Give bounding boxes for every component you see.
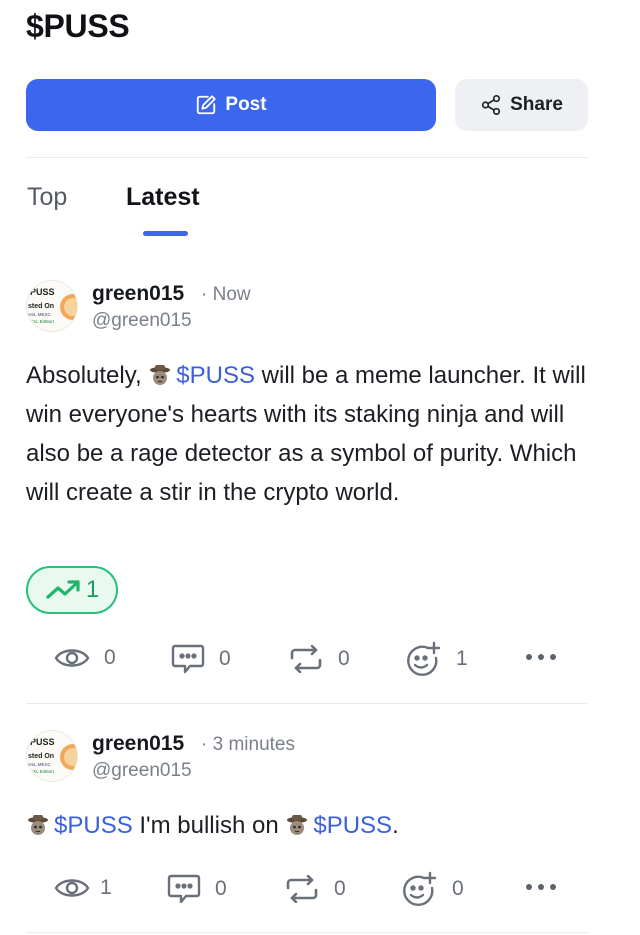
author-name[interactable]: green015 (92, 732, 184, 756)
repost-count: 0 (338, 647, 350, 670)
post-text-part: . (392, 812, 399, 839)
cat-cowboy-emoji-icon (287, 815, 308, 835)
feed-page: $PUSS Post Share Top Latest PUSS sted On… (0, 0, 640, 935)
cat-cowboy-emoji-icon (28, 815, 48, 835)
tab-latest[interactable]: Latest (126, 183, 200, 212)
trending-up-icon (46, 580, 80, 599)
post-time: · Now (201, 284, 251, 305)
post-divider (26, 703, 588, 704)
add-reaction-icon (407, 641, 441, 676)
share-icon (482, 95, 501, 115)
repost-icon (286, 875, 318, 903)
comment-icon (171, 644, 205, 674)
eye-icon (54, 879, 90, 897)
comment-icon (167, 874, 201, 904)
cat-cowboy-emoji-icon (150, 365, 171, 385)
share-button-label: Share (510, 94, 563, 115)
repost-icon (290, 645, 322, 673)
more-options-button[interactable] (524, 650, 558, 669)
avatar-image: PUSS sted On ens, MEXC XXL BitMart (27, 731, 77, 781)
more-options-button[interactable] (524, 880, 558, 899)
post-text: Absolutely, $PUSS will be a meme launche… (26, 356, 596, 512)
reaction-count: 0 (452, 877, 464, 900)
post-button[interactable]: Post (26, 79, 436, 131)
avatar-text-1: PUSS (30, 287, 55, 297)
views-count: 0 (104, 646, 116, 669)
views-stat[interactable]: 1 (54, 875, 112, 901)
more-icon (526, 884, 556, 890)
eye-icon (54, 649, 90, 667)
post-text: $PUSS I'm bullish on $PUSS. (26, 806, 596, 845)
share-button[interactable]: Share (455, 79, 588, 131)
tab-top[interactable]: Top (27, 183, 67, 212)
cashtag-link[interactable]: $PUSS (54, 812, 133, 839)
cashtag-link[interactable]: $PUSS (176, 362, 255, 389)
edit-icon (197, 95, 217, 115)
post-text-part: I'm bullish on (132, 812, 286, 839)
avatar-text-4: XXL BitMart (30, 319, 55, 324)
react-button[interactable]: 0 (400, 871, 464, 907)
avatar-text-4: XXL BitMart (30, 769, 55, 774)
trending-badge[interactable]: 1 (26, 566, 118, 614)
post-button-label: Post (225, 94, 267, 115)
avatar-text-2: sted On (28, 753, 54, 760)
avatar-text-2: sted On (28, 303, 54, 310)
header-divider (26, 157, 588, 158)
avatar-text-3: ens, MEXC (28, 762, 52, 767)
avatar-text-1: PUSS (30, 737, 55, 747)
avatar[interactable]: PUSS sted On ens, MEXC XXL BitMart (26, 730, 78, 782)
trending-count: 1 (85, 576, 100, 603)
cashtag-link[interactable]: $PUSS (313, 812, 392, 839)
comments-count: 0 (219, 647, 231, 670)
author-handle[interactable]: @green015 (92, 310, 192, 332)
comments-button[interactable]: 0 (167, 873, 227, 905)
repost-count: 0 (334, 877, 346, 900)
avatar-text-3: ens, MEXC (28, 312, 52, 317)
views-count: 1 (100, 876, 112, 899)
active-tab-indicator (143, 231, 188, 236)
post-divider (26, 932, 588, 933)
reaction-count: 1 (456, 647, 468, 670)
post-time: · 3 minutes (201, 734, 295, 755)
avatar-image: PUSS sted On ens, MEXC XXL BitMart (27, 281, 77, 331)
comments-count: 0 (215, 877, 227, 900)
more-icon (526, 654, 556, 660)
page-title: $PUSS (26, 8, 130, 44)
add-reaction-icon (403, 871, 437, 906)
author-handle[interactable]: @green015 (92, 760, 192, 782)
author-name[interactable]: green015 (92, 282, 184, 306)
post-text-part: Absolutely, (26, 362, 149, 389)
avatar[interactable]: PUSS sted On ens, MEXC XXL BitMart (26, 280, 78, 332)
react-button[interactable]: 1 (404, 641, 468, 677)
views-stat[interactable]: 0 (54, 645, 116, 671)
repost-button[interactable]: 0 (288, 645, 350, 673)
comments-button[interactable]: 0 (171, 643, 231, 675)
repost-button[interactable]: 0 (284, 875, 346, 903)
